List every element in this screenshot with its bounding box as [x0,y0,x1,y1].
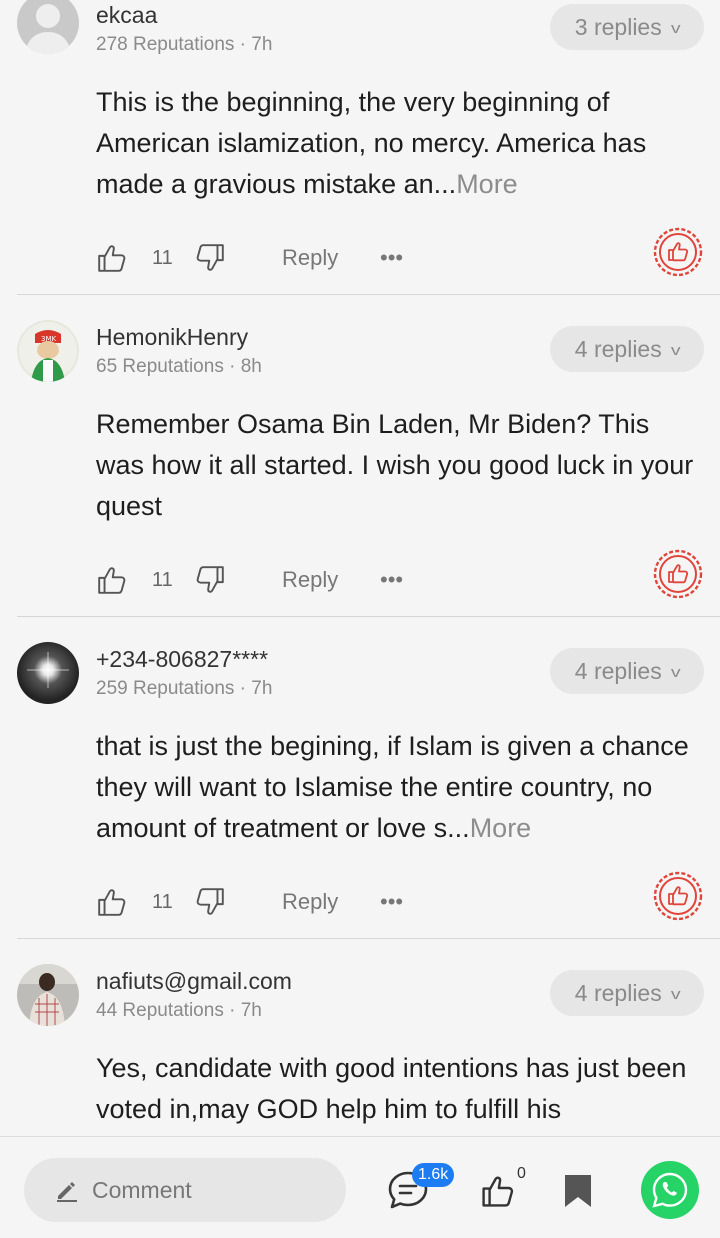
like-count: 11 [152,247,173,269]
thumbs-up-icon[interactable] [96,238,128,278]
comment-meta: 65 Reputations · 8h [96,356,262,377]
default-avatar-icon[interactable] [17,0,79,54]
comment-text-block: Yes, candidate with good intentions has … [96,1048,696,1130]
red-thumbs-up-badge-icon[interactable] [652,870,704,922]
reputation-count: 259 Reputations [96,678,235,699]
red-thumbs-up-badge-icon[interactable] [652,226,704,278]
replies-label: 3 replies [574,13,662,40]
more-options-icon[interactable]: ••• [380,238,403,278]
thumbs-down-icon[interactable] [194,882,226,922]
comment-input[interactable]: Comment [24,1158,346,1222]
reply-button[interactable]: Reply [282,238,338,278]
divider [17,294,720,295]
replies-button[interactable]: 3 replies v [550,4,704,50]
replies-button[interactable]: 4 replies v [550,648,704,694]
replies-label: 4 replies [574,979,662,1006]
comment-text: This is the beginning, the very beginnin… [96,87,647,199]
thumbs-up-icon[interactable] [96,882,128,922]
comment-actions: 11 Reply ••• [96,882,706,922]
chevron-down-icon: v [670,341,681,359]
reputation-count: 65 Reputations [96,356,224,377]
more-options-icon[interactable]: ••• [380,882,403,922]
whatsapp-share-button[interactable] [641,1161,699,1219]
chevron-down-icon: v [670,19,681,37]
replies-label: 4 replies [574,657,662,684]
comment-actions: 11 Reply ••• [96,560,706,600]
divider [17,938,720,939]
comment-time: 8h [240,356,262,377]
replies-button[interactable]: 4 replies v [550,326,704,372]
comment-meta: 259 Reputations · 7h [96,678,273,699]
comments-count-badge: 1.6k [412,1163,455,1187]
more-link[interactable]: More [456,169,518,199]
replies-label: 4 replies [574,335,662,362]
whatsapp-icon [652,1172,688,1208]
comment-placeholder: Comment [92,1176,192,1203]
thumbs-down-icon[interactable] [194,238,226,278]
chevron-down-icon: v [670,985,681,1003]
comment-username[interactable]: HemonikHenry [96,324,248,351]
comment-time: 7h [251,678,273,699]
comment-time: 7h [240,1000,262,1021]
chevron-down-icon: v [670,663,681,681]
comment-username[interactable]: +234-806827**** [96,646,268,673]
reputation-count: 278 Reputations [96,34,235,55]
comment-text-block: This is the beginning, the very beginnin… [96,82,696,205]
bookmark-icon[interactable] [563,1173,593,1209]
thumbs-up-icon[interactable] [96,560,128,600]
reply-button[interactable]: Reply [282,882,338,922]
more-options-icon[interactable]: ••• [380,560,403,600]
more-link[interactable]: More [470,813,532,843]
photo-avatar-icon[interactable] [17,964,79,1026]
reputation-count: 44 Reputations [96,1000,224,1021]
comment-username[interactable]: ekcaa [96,2,157,29]
comment-actions: 11 Reply ••• [96,238,706,278]
comment-time: 7h [251,34,273,55]
cartoon-avatar-icon[interactable]: 3MK [17,320,79,382]
reply-button[interactable]: Reply [282,560,338,600]
comment-text: that is just the begining, if Islam is g… [96,731,689,843]
comment-meta: 44 Reputations · 7h [96,1000,262,1021]
comment-text-block: that is just the begining, if Islam is g… [96,726,696,849]
replies-button[interactable]: 4 replies v [550,970,704,1016]
divider [17,616,720,617]
like-icon[interactable] [480,1173,516,1209]
thumbs-down-icon[interactable] [194,560,226,600]
comment-username[interactable]: nafiuts@gmail.com [96,968,292,995]
comment-meta: 278 Reputations · 7h [96,34,273,55]
red-thumbs-up-badge-icon[interactable] [652,548,704,600]
pencil-icon [57,1182,77,1202]
like-count: 11 [152,569,173,591]
like-count: 11 [152,891,173,913]
comment-text-block: Remember Osama Bin Laden, Mr Biden? This… [96,404,696,527]
light-flare-avatar-icon[interactable] [17,642,79,704]
bottom-action-bar: Comment 1.6k 0 [0,1136,720,1238]
comment-text: Remember Osama Bin Laden, Mr Biden? This… [96,409,694,521]
like-count-bottom: 0 [517,1165,526,1182]
comment-text: Yes, candidate with good intentions has … [96,1053,687,1124]
